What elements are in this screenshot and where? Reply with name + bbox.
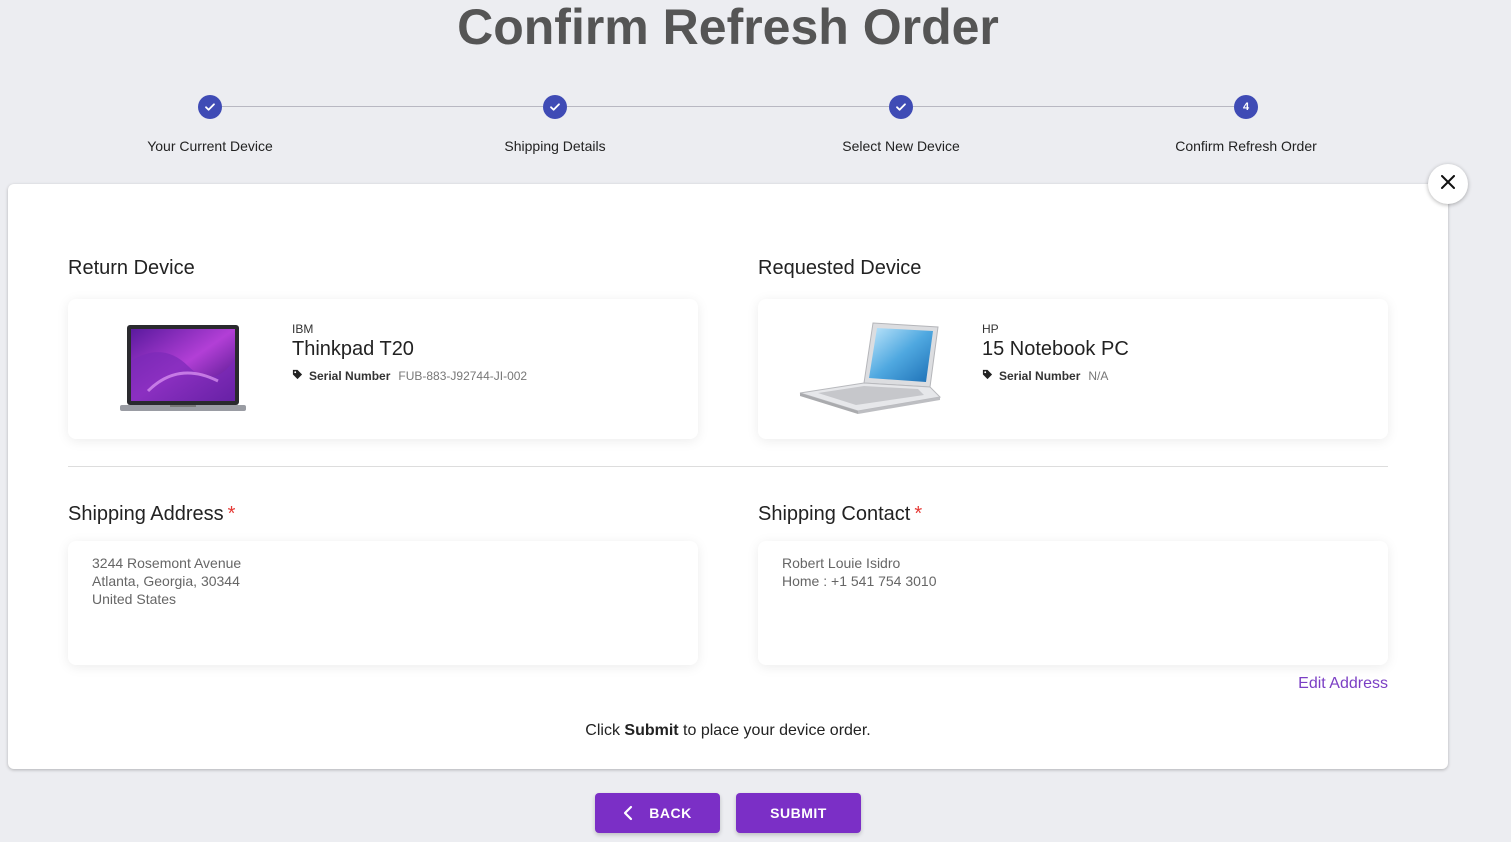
device-brand: HP <box>982 322 999 336</box>
check-icon <box>198 95 222 119</box>
close-icon <box>1441 174 1455 194</box>
instruction-bold: Submit <box>624 722 679 739</box>
shipping-address-box[interactable]: 3244 Rosemont Avenue Atlanta, Georgia, 3… <box>68 541 698 665</box>
serial-number-label: Serial Number <box>309 369 391 383</box>
laptop-image <box>798 321 948 417</box>
return-device-info: IBM Thinkpad T20 Serial Number FUB-883-J… <box>292 322 527 383</box>
step-your-current-device: Your Current Device <box>90 95 330 154</box>
serial-number-row: Serial Number FUB-883-J92744-JI-002 <box>292 369 527 383</box>
step-label: Select New Device <box>842 138 960 154</box>
section-divider <box>68 466 1388 467</box>
submit-button[interactable]: SUBMIT <box>736 793 861 833</box>
back-label: BACK <box>649 805 692 821</box>
progress-stepper: Your Current Device Shipping Details Sel… <box>0 95 1456 165</box>
shipping-contact-heading: Shipping Contact * <box>758 503 923 525</box>
device-model: 15 Notebook PC <box>982 338 1129 360</box>
contact-name: Robert Louie Isidro <box>782 555 901 571</box>
contact-phone: Home : +1 541 754 3010 <box>782 573 937 589</box>
step-number: 4 <box>1234 95 1258 119</box>
tag-icon <box>982 369 993 383</box>
serial-number-value: N/A <box>1088 369 1109 383</box>
check-icon <box>543 95 567 119</box>
check-icon <box>889 95 913 119</box>
address-line: United States <box>92 591 177 607</box>
serial-number-row: Serial Number N/A <box>982 369 1129 383</box>
chevron-left-icon <box>623 805 633 821</box>
tag-icon <box>292 369 303 383</box>
requested-device-info: HP 15 Notebook PC Serial Number N/A <box>982 322 1129 383</box>
step-confirm-refresh-order: 4 Confirm Refresh Order <box>1126 95 1366 154</box>
submit-instruction: Click Submit to place your device order. <box>585 722 871 739</box>
return-device-card: IBM Thinkpad T20 Serial Number FUB-883-J… <box>68 299 698 439</box>
device-brand: IBM <box>292 322 314 336</box>
step-label: Confirm Refresh Order <box>1175 138 1317 154</box>
step-shipping-details: Shipping Details <box>435 95 675 154</box>
laptop-image <box>118 321 248 417</box>
serial-number-label: Serial Number <box>999 369 1081 383</box>
return-device-heading: Return Device <box>68 257 195 279</box>
requested-device-card: HP 15 Notebook PC Serial Number N/A <box>758 299 1388 439</box>
edit-address-link[interactable]: Edit Address <box>1298 675 1388 693</box>
back-button[interactable]: BACK <box>595 793 720 833</box>
required-mark: * <box>914 503 923 525</box>
address-line: Atlanta, Georgia, 30344 <box>92 573 240 589</box>
shipping-contact-box[interactable]: Robert Louie Isidro Home : +1 541 754 30… <box>758 541 1388 665</box>
requested-device-heading: Requested Device <box>758 257 922 279</box>
step-select-new-device: Select New Device <box>781 95 1021 154</box>
address-line: 3244 Rosemont Avenue <box>92 555 242 571</box>
order-summary-card: Return Device Requested Device IBM Think… <box>8 184 1448 769</box>
serial-number-value: FUB-883-J92744-JI-002 <box>398 369 528 383</box>
shipping-address-heading: Shipping Address * <box>68 503 236 525</box>
required-mark: * <box>227 503 236 525</box>
page-title: Confirm Refresh Order <box>457 0 999 55</box>
submit-label: SUBMIT <box>770 805 827 821</box>
step-label: Shipping Details <box>504 138 606 154</box>
step-label: Your Current Device <box>147 138 273 154</box>
close-button[interactable] <box>1428 164 1468 204</box>
device-model: Thinkpad T20 <box>292 338 414 360</box>
